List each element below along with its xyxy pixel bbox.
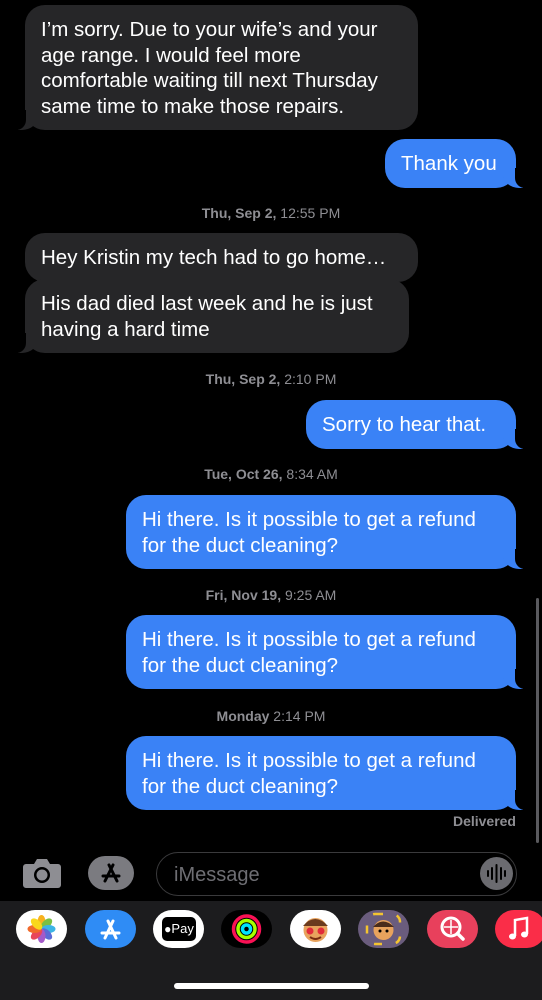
home-indicator[interactable] xyxy=(174,983,369,989)
message-text: Hi there. Is it possible to get a refund… xyxy=(142,749,476,798)
outgoing-message-bubble[interactable]: Hi there. Is it possible to get a refund… xyxy=(126,495,527,569)
timestamp-day: Tue, Oct 26, xyxy=(204,466,283,482)
music-app-button[interactable] xyxy=(495,910,542,948)
timestamp: Thu, Sep 2, 12:55 PM xyxy=(0,205,542,221)
apple-pay-app-button[interactable]: ●Pay xyxy=(153,910,204,948)
message-text: Hi there. Is it possible to get a refund… xyxy=(142,628,476,677)
message-thread: I’m sorry. Due to your wife’s and your a… xyxy=(0,0,542,848)
memoji-icon xyxy=(365,912,402,946)
activity-rings-icon xyxy=(231,914,262,944)
incoming-message-bubble[interactable]: Hey Kristin my tech had to go home… xyxy=(25,233,418,282)
timestamp-time: 12:55 PM xyxy=(276,205,341,221)
timestamp-time: 9:25 AM xyxy=(281,587,337,603)
message-text: I’m sorry. Due to your wife’s and your a… xyxy=(41,18,378,118)
image-search-app-button[interactable] xyxy=(427,910,478,948)
photos-app-button[interactable] xyxy=(16,910,67,948)
activity-app-button[interactable] xyxy=(221,910,272,948)
apple-pay-label: Pay xyxy=(171,921,194,936)
outgoing-message-bubble[interactable]: Hi there. Is it possible to get a refund… xyxy=(126,736,527,810)
photos-icon xyxy=(27,915,56,943)
waveform-icon xyxy=(487,864,506,883)
memoji-app-button[interactable] xyxy=(358,910,409,948)
outgoing-message-bubble[interactable]: Thank you xyxy=(385,139,527,188)
timestamp: Monday 2:14 PM xyxy=(0,708,542,724)
message-text: Hi there. Is it possible to get a refund… xyxy=(142,508,476,557)
incoming-message-bubble[interactable]: His dad died last week and he is just ha… xyxy=(14,279,409,353)
timestamp: Tue, Oct 26, 8:34 AM xyxy=(0,466,542,482)
timestamp: Fri, Nov 19, 9:25 AM xyxy=(0,587,542,603)
timestamp-time: 2:10 PM xyxy=(280,371,337,387)
timestamp: Thu, Sep 2, 2:10 PM xyxy=(0,371,542,387)
message-text: Sorry to hear that. xyxy=(322,413,487,436)
timestamp-time: 2:14 PM xyxy=(269,708,326,724)
delivered-status: Delivered xyxy=(452,813,516,829)
music-note-icon xyxy=(509,916,529,940)
image-search-icon xyxy=(440,916,465,941)
app-store-app-button[interactable] xyxy=(85,910,136,948)
timestamp-day: Thu, Sep 2, xyxy=(201,205,277,221)
message-input-field[interactable] xyxy=(156,852,517,896)
memoji-stickers-app-button[interactable] xyxy=(290,910,341,948)
timestamp-time: 8:34 AM xyxy=(282,466,338,482)
message-text: His dad died last week and he is just ha… xyxy=(41,292,373,341)
timestamp-day: Thu, Sep 2, xyxy=(205,371,281,387)
camera-button[interactable] xyxy=(22,856,62,890)
camera-icon xyxy=(23,859,61,888)
apps-button[interactable] xyxy=(88,856,134,890)
outgoing-message-bubble[interactable]: Hi there. Is it possible to get a refund… xyxy=(126,615,527,689)
message-text: Hey Kristin my tech had to go home… xyxy=(41,246,387,269)
message-text: Thank you xyxy=(401,152,497,175)
app-store-app-icon xyxy=(100,919,121,940)
outgoing-message-bubble[interactable]: Sorry to hear that. xyxy=(306,400,527,449)
scrollbar[interactable] xyxy=(536,598,539,843)
apple-pay-icon: ●Pay xyxy=(162,917,196,941)
app-store-icon xyxy=(101,863,121,883)
imessage-input[interactable] xyxy=(172,862,476,888)
voice-message-button[interactable] xyxy=(480,857,513,890)
incoming-message-bubble[interactable]: I’m sorry. Due to your wife’s and your a… xyxy=(14,5,418,130)
memoji-stickers-icon xyxy=(303,918,328,942)
timestamp-day: Fri, Nov 19, xyxy=(205,587,282,603)
timestamp-day: Monday xyxy=(216,708,270,724)
